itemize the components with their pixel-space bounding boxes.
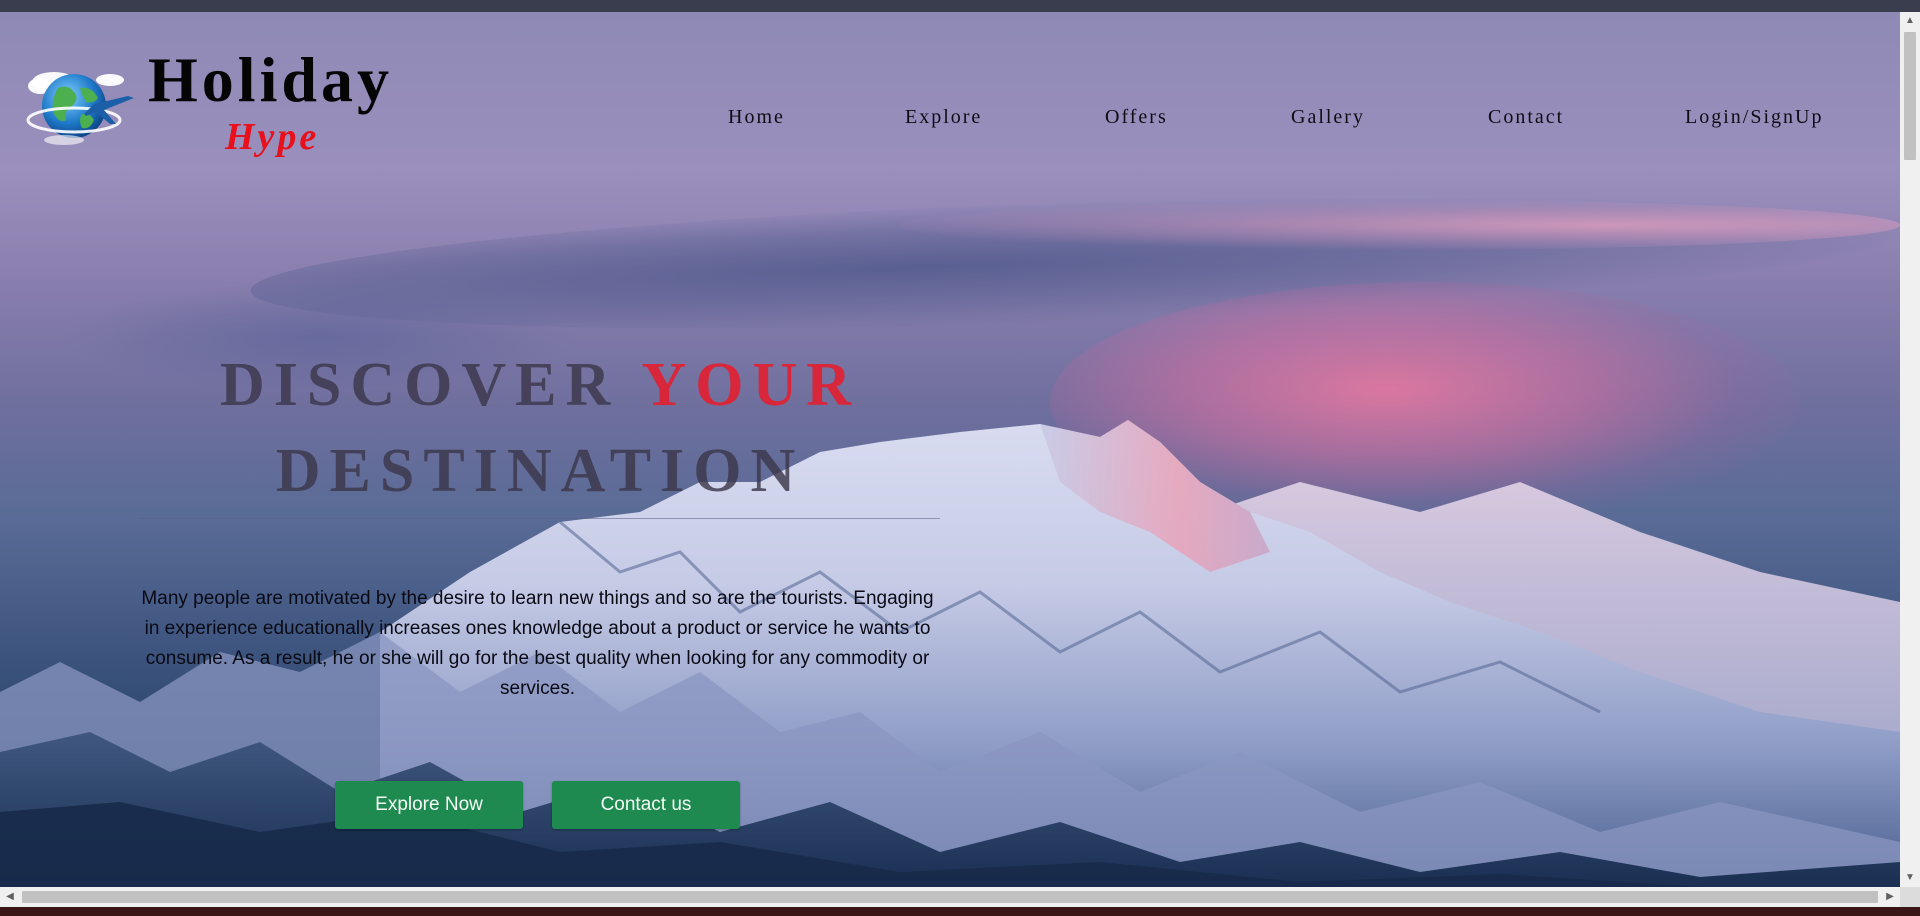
browser-top-strip [0, 0, 1920, 12]
main-navigation: Home Explore Offers Gallery Contact Logi… [0, 106, 1900, 136]
horizontal-scrollbar[interactable]: ◀ ▶ [0, 887, 1900, 907]
scroll-up-icon[interactable]: ▲ [1900, 12, 1920, 30]
hero-divider [140, 518, 940, 519]
nav-contact[interactable]: Contact [1488, 106, 1564, 129]
nav-login-signup[interactable]: Login/SignUp [1685, 106, 1823, 129]
hero-heading-accent: YOUR [641, 351, 861, 419]
hero-heading-part1: DISCOVER [219, 351, 620, 419]
nav-explore[interactable]: Explore [905, 106, 982, 129]
vertical-scroll-thumb[interactable] [1904, 32, 1916, 160]
taskbar-strip [0, 907, 1920, 916]
explore-now-button[interactable]: Explore Now [335, 781, 523, 829]
nav-home[interactable]: Home [728, 106, 785, 129]
contact-us-button[interactable]: Contact us [552, 781, 740, 829]
hero-description: Many people are motivated by the desire … [141, 588, 934, 699]
brand-title: Holiday [148, 44, 393, 115]
scroll-down-icon[interactable]: ▼ [1900, 869, 1920, 887]
hero-heading: DISCOVER YOUR DESTINATION [140, 342, 940, 514]
navbar: Holiday Hype Home Explore Offers Gallery… [0, 12, 1900, 162]
hero-section: Holiday Hype Home Explore Offers Gallery… [0, 12, 1900, 887]
scroll-left-icon[interactable]: ◀ [0, 887, 20, 907]
vertical-scrollbar[interactable]: ▲ ▼ [1900, 12, 1920, 887]
nav-offers[interactable]: Offers [1105, 106, 1168, 129]
scroll-right-icon[interactable]: ▶ [1880, 887, 1900, 907]
nav-gallery[interactable]: Gallery [1291, 106, 1365, 129]
hero-heading-line2: DESTINATION [275, 437, 805, 505]
horizontal-scroll-thumb[interactable] [22, 891, 1878, 903]
scrollbar-corner [1900, 887, 1920, 907]
